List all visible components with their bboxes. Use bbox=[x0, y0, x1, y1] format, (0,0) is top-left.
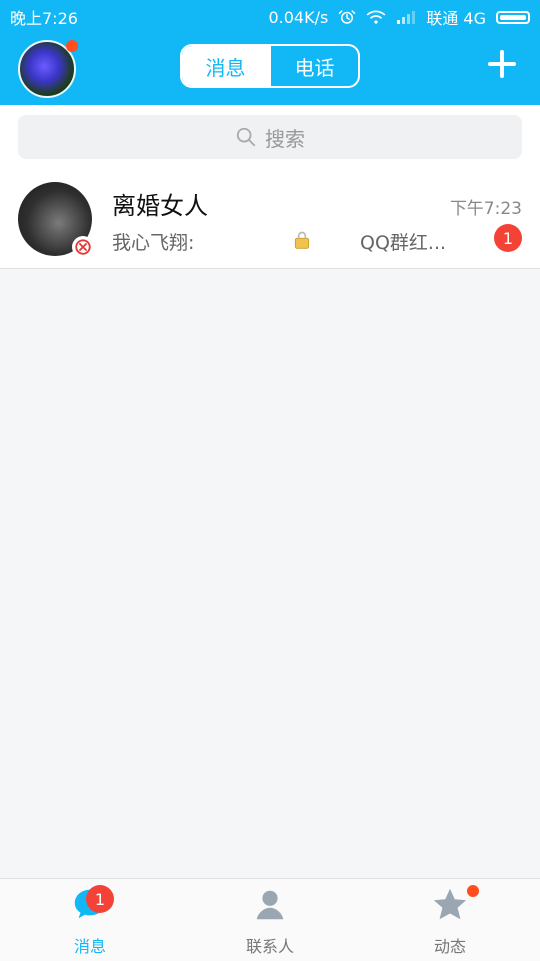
tab-dot bbox=[467, 885, 479, 897]
conversation-time: 下午7:23 bbox=[449, 199, 522, 219]
search-icon bbox=[236, 127, 256, 147]
tab-label: 动态 bbox=[433, 937, 466, 956]
wifi-icon bbox=[367, 10, 386, 24]
bottom-tab-contacts[interactable]: 联系人 bbox=[180, 879, 360, 961]
carrier-label: 联通 4G bbox=[426, 9, 486, 28]
notification-dot bbox=[66, 40, 78, 52]
network-speed: 0.04K/s bbox=[268, 7, 329, 27]
top-bar: 消息 电话 bbox=[0, 30, 540, 105]
bottom-tab-bar: 1 消息 联系人 动态 bbox=[0, 878, 540, 961]
bottom-tab-moments[interactable]: 动态 bbox=[360, 879, 540, 961]
add-icon[interactable] bbox=[484, 46, 520, 82]
conversation-item[interactable]: 离婚女人 下午7:23 我心飞翔: QQ群红... 1 bbox=[0, 170, 540, 269]
conversation-message: QQ群红... bbox=[360, 232, 447, 254]
search-placeholder: 搜索 bbox=[265, 126, 305, 151]
status-bar: 晚上7:26 0.04K/s 联通 4G bbox=[0, 0, 540, 30]
status-time: 晚上7:26 bbox=[10, 9, 78, 28]
lock-icon bbox=[294, 231, 310, 249]
error-icon bbox=[72, 236, 94, 258]
alarm-icon bbox=[339, 10, 356, 24]
battery-icon bbox=[496, 10, 530, 24]
search-bar[interactable]: 搜索 bbox=[18, 115, 522, 159]
status-right: 0.04K/s 联通 4G bbox=[268, 5, 530, 29]
tab-calls[interactable]: 电话 bbox=[269, 46, 358, 86]
bottom-tab-messages[interactable]: 1 消息 bbox=[0, 879, 180, 961]
contacts-icon bbox=[256, 890, 284, 920]
star-icon bbox=[433, 888, 467, 920]
tab-switch: 消息 电话 bbox=[180, 44, 360, 88]
conversation-sender: 我心飞翔: bbox=[112, 232, 195, 254]
tab-messages[interactable]: 消息 bbox=[182, 46, 269, 86]
conversation-title: 离婚女人 bbox=[112, 192, 208, 220]
tab-label: 联系人 bbox=[245, 937, 294, 956]
unread-badge: 1 bbox=[494, 224, 522, 252]
tab-label: 消息 bbox=[73, 937, 106, 956]
signal-icon bbox=[397, 11, 416, 24]
tab-unread-badge: 1 bbox=[86, 885, 114, 913]
contact-avatar[interactable] bbox=[18, 182, 94, 258]
avatar[interactable] bbox=[18, 40, 78, 98]
search-area: 搜索 bbox=[0, 105, 540, 170]
